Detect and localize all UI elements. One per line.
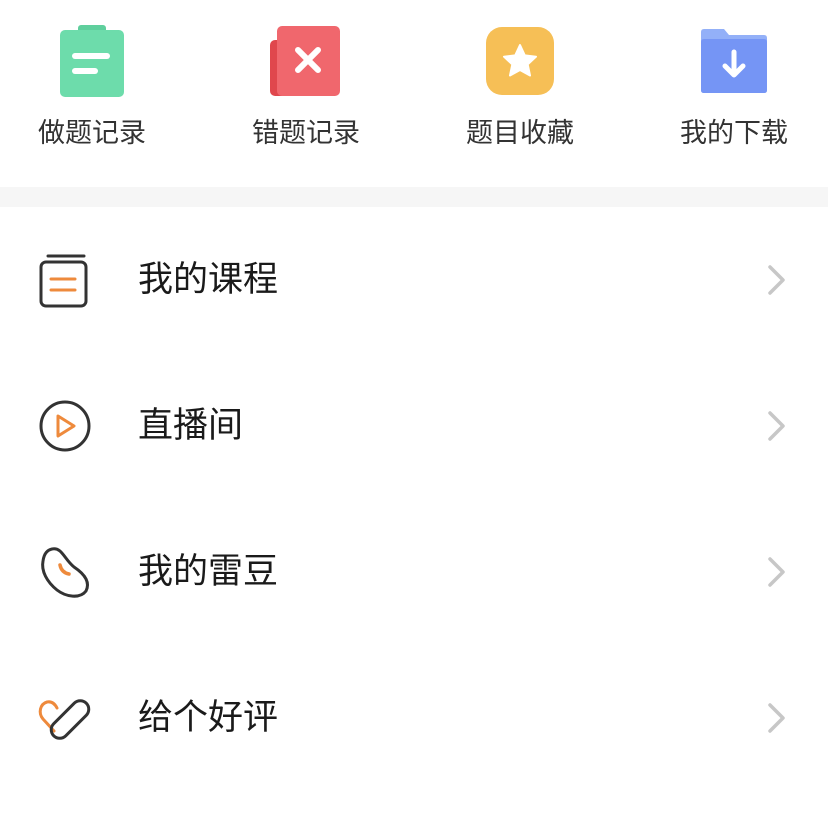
menu-item-label: 我的雷豆	[138, 552, 279, 592]
downloads-label: 我的下载	[680, 118, 788, 149]
heart-rating-icon	[36, 689, 94, 747]
menu-item-live-room[interactable]: 直播间	[0, 353, 828, 499]
wrong-answers-button[interactable]: 错题记录	[216, 0, 396, 187]
favorites-label: 题目收藏	[466, 118, 574, 149]
download-folder-icon	[694, 22, 774, 102]
downloads-button[interactable]: 我的下载	[644, 0, 824, 187]
practice-record-label: 做题记录	[38, 118, 146, 149]
bean-icon	[36, 543, 94, 601]
star-favorites-icon	[480, 22, 560, 102]
chevron-right-icon	[764, 555, 790, 589]
practice-record-icon	[52, 22, 132, 102]
section-divider	[0, 187, 828, 207]
live-play-icon	[36, 397, 94, 455]
menu-item-give-rating[interactable]: 给个好评	[0, 645, 828, 791]
menu-item-label: 我的课程	[138, 260, 279, 300]
chevron-right-icon	[764, 263, 790, 297]
course-book-icon	[36, 251, 94, 309]
wrong-answers-label: 错题记录	[252, 118, 360, 149]
menu-item-label: 直播间	[138, 406, 244, 446]
menu-item-my-courses[interactable]: 我的课程	[0, 207, 828, 353]
favorites-button[interactable]: 题目收藏	[430, 0, 610, 187]
menu-list: 我的课程 直播间 我的雷豆 给个好评	[0, 207, 828, 791]
chevron-right-icon	[764, 409, 790, 443]
quick-actions-bar: 做题记录 错题记录 题目收藏 我的下载	[0, 0, 828, 187]
menu-item-my-beans[interactable]: 我的雷豆	[0, 499, 828, 645]
chevron-right-icon	[764, 701, 790, 735]
practice-record-button[interactable]: 做题记录	[2, 0, 182, 187]
menu-item-label: 给个好评	[138, 698, 279, 738]
wrong-answers-icon	[266, 22, 346, 102]
